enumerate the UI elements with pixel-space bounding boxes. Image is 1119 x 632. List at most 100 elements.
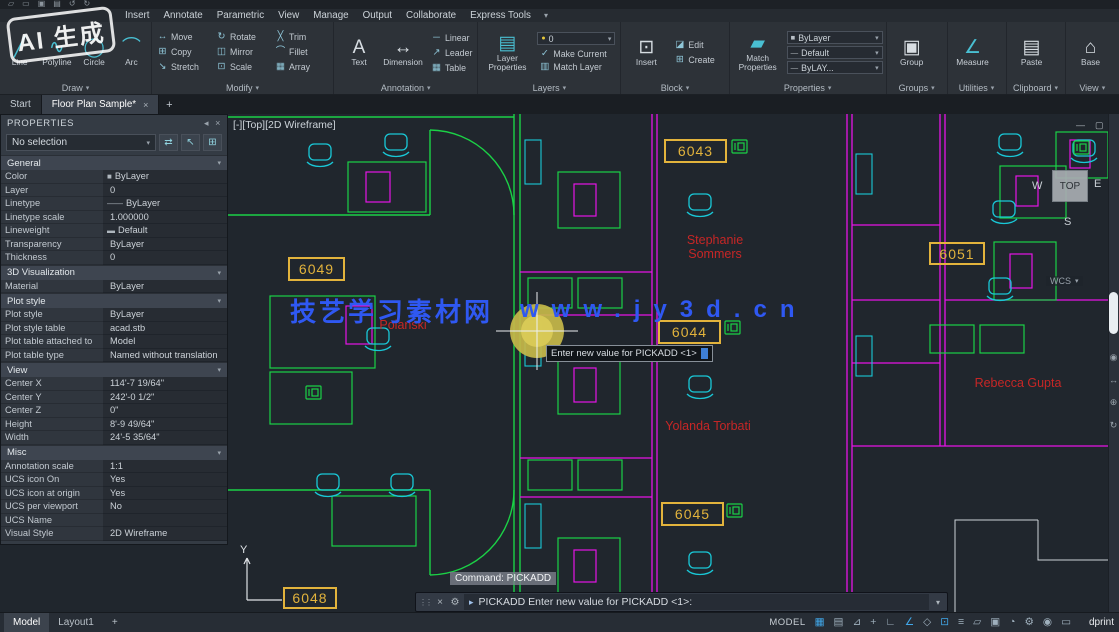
ribbon-tab-output[interactable]: Output xyxy=(356,10,399,21)
make-current-button[interactable]: ✓ Make Current xyxy=(537,47,615,60)
annotation-monitor-icon[interactable]: ◉ xyxy=(1043,617,1052,628)
isodraft-icon[interactable]: ◇ xyxy=(923,617,931,628)
occupant-name-label[interactable]: Yolanda Torbati xyxy=(665,419,751,433)
restore-icon[interactable]: ▢ xyxy=(1095,120,1104,131)
viewcube-west-label[interactable]: W xyxy=(1032,180,1042,192)
section-header[interactable]: View ▾ xyxy=(1,362,227,377)
ribbon-tab-collaborate[interactable]: Collaborate xyxy=(399,10,463,21)
property-row[interactable]: Plot style ByLayer xyxy=(1,308,227,322)
drawing-file-tab[interactable]: Floor Plan Sample* × xyxy=(42,95,160,114)
property-row[interactable]: Color ■ByLayer xyxy=(1,170,227,184)
viewcube-wcs-menu[interactable]: WCS ▾ xyxy=(1046,276,1083,286)
ribbon-tab-insert[interactable]: Insert xyxy=(118,10,157,21)
stretch-tool[interactable]: ↘ Stretch xyxy=(155,60,212,73)
ortho-icon[interactable]: ∟ xyxy=(885,617,895,628)
block-edit-button[interactable]: ◪ Edit xyxy=(672,39,716,52)
new-file-icon[interactable]: ▱ xyxy=(8,0,14,9)
room-tag-6049[interactable]: 6049 xyxy=(288,257,345,281)
close-icon[interactable]: × xyxy=(434,597,446,608)
viewport-controls-label[interactable]: [-][Top][2D Wireframe] xyxy=(233,119,336,131)
osnap-icon[interactable]: ⊡ xyxy=(940,617,949,628)
infer-constraints-icon[interactable]: ⊿ xyxy=(852,617,861,628)
start-file-tab[interactable]: Start xyxy=(0,95,42,114)
table-tool[interactable]: ▦ Table xyxy=(429,61,474,74)
command-input[interactable]: ▸ PICKADD Enter new value for PICKADD <1… xyxy=(464,594,929,610)
rotate-tool[interactable]: ↻ Rotate xyxy=(214,30,271,43)
move-tool[interactable]: ↔ Move xyxy=(155,30,212,43)
property-row[interactable]: Thickness 0 xyxy=(1,251,227,265)
transparency-icon[interactable]: ▱ xyxy=(973,617,981,628)
ribbon-tab-manage[interactable]: Manage xyxy=(306,10,355,21)
block-panel-footer[interactable]: Block ▾ xyxy=(624,81,725,94)
select-objects-button[interactable]: ↖ xyxy=(181,134,200,151)
section-header[interactable]: Misc ▾ xyxy=(1,445,227,460)
close-icon[interactable]: × xyxy=(143,100,148,110)
clean-screen-icon[interactable]: ▭ xyxy=(1061,617,1071,628)
viewcube-east-label[interactable]: E xyxy=(1094,178,1101,190)
scale-tool[interactable]: ⊡ Scale xyxy=(214,60,271,73)
selection-filter-select[interactable]: No selection ▾ xyxy=(6,134,156,151)
property-row[interactable]: Plot table type Named without translatio… xyxy=(1,349,227,363)
zoom-icon[interactable]: ⊕ xyxy=(1110,397,1118,408)
auto-hide-icon[interactable]: ◂ xyxy=(204,118,209,129)
copy-tool[interactable]: ⊞ Copy xyxy=(155,45,212,58)
measure-button[interactable]: ∠ Measure xyxy=(951,24,995,81)
orbit-icon[interactable]: ↻ xyxy=(1110,420,1118,431)
workspace-icon[interactable]: ⚙ xyxy=(1024,617,1033,628)
dynamic-input-icon[interactable]: + xyxy=(870,617,876,628)
open-file-icon[interactable]: ▭ xyxy=(22,0,30,9)
insert-block-button[interactable]: ⊡ Insert xyxy=(624,24,668,81)
property-row[interactable]: UCS icon at origin Yes xyxy=(1,487,227,501)
viewcube[interactable]: TOP xyxy=(1052,170,1088,202)
new-layout-tab[interactable]: + xyxy=(103,613,127,632)
draw-panel-footer[interactable]: Draw ▾ xyxy=(3,81,148,94)
modify-panel-footer[interactable]: Modify ▾ xyxy=(155,81,330,94)
property-row[interactable]: Width 24'-5 35/64" xyxy=(1,431,227,445)
property-row[interactable]: Center Y 242'-0 1/2" xyxy=(1,391,227,405)
selection-cycling-icon[interactable]: ▣ xyxy=(990,617,1000,628)
section-header[interactable]: 3D Visualization ▾ xyxy=(1,265,227,280)
dimension-tool[interactable]: ↔ Dimension xyxy=(381,24,425,81)
match-layer-button[interactable]: ▥ Match Layer xyxy=(537,60,615,73)
room-tag-6048[interactable]: 6048 xyxy=(283,587,337,609)
property-row[interactable]: Annotation scale 1:1 xyxy=(1,460,227,474)
scrollbar-thumb[interactable] xyxy=(1109,292,1118,334)
layer-properties-button[interactable]: ▤ Layer Properties xyxy=(481,24,533,81)
snap-icon[interactable]: ▤ xyxy=(834,617,844,628)
model-space-label[interactable]: MODEL xyxy=(769,617,805,628)
grid-icon[interactable]: ▦ xyxy=(815,617,825,628)
groups-panel-footer[interactable]: Groups ▾ xyxy=(890,81,944,94)
ribbon-tab-express-tools[interactable]: Express Tools xyxy=(463,10,538,21)
close-icon[interactable]: × xyxy=(215,118,221,128)
occupant-name-label[interactable]: Rebecca Gupta xyxy=(972,376,1064,390)
match-properties-button[interactable]: ▰ Match Properties xyxy=(733,24,783,81)
property-row[interactable]: Height 8'-9 49/64" xyxy=(1,418,227,432)
room-tag-6043[interactable]: 6043 xyxy=(664,139,727,163)
group-button[interactable]: ▣ Group xyxy=(890,24,934,81)
section-header[interactable]: Plot style ▾ xyxy=(1,293,227,308)
ribbon-tab-annotate[interactable]: Annotate xyxy=(157,10,210,21)
layout1-tab[interactable]: Layout1 xyxy=(49,613,103,632)
arc-tool[interactable]: ⌒ Arc xyxy=(115,24,148,81)
linear-dimension-tool[interactable]: ─ Linear xyxy=(429,31,474,44)
base-view-button[interactable]: ⌂ Base xyxy=(1069,24,1113,81)
lineweight-select[interactable]: — Default ▾ xyxy=(787,46,883,59)
model-tab[interactable]: Model xyxy=(4,613,49,632)
array-tool[interactable]: ▦ Array xyxy=(273,60,330,73)
room-tag-6051[interactable]: 6051 xyxy=(929,242,985,265)
property-row[interactable]: Plot style table acad.stb xyxy=(1,322,227,336)
model-space-viewport[interactable]: [-][Top][2D Wireframe] — ▢ × 6043 6049 6… xyxy=(228,114,1119,612)
fillet-tool[interactable]: ⌒ Fillet xyxy=(273,45,330,58)
property-row[interactable]: Lineweight ▬Default xyxy=(1,224,227,238)
view-panel-footer[interactable]: View ▾ xyxy=(1069,81,1116,94)
property-row[interactable]: Center Z 0" xyxy=(1,404,227,418)
property-row[interactable]: Material ByLayer xyxy=(1,280,227,294)
ribbon-tab-view[interactable]: View xyxy=(271,10,306,21)
pan-icon[interactable]: ↔ xyxy=(1109,375,1118,385)
property-row[interactable]: Plot table attached to Model xyxy=(1,335,227,349)
recent-commands-icon[interactable]: ▾ xyxy=(932,598,944,607)
palette-title-bar[interactable]: PROPERTIES ◂ × xyxy=(1,115,227,131)
paste-button[interactable]: ▤ Paste xyxy=(1010,24,1054,81)
undo-icon[interactable]: ↺ xyxy=(69,0,76,9)
layer-select[interactable]: ● 0 ▾ xyxy=(537,32,615,45)
